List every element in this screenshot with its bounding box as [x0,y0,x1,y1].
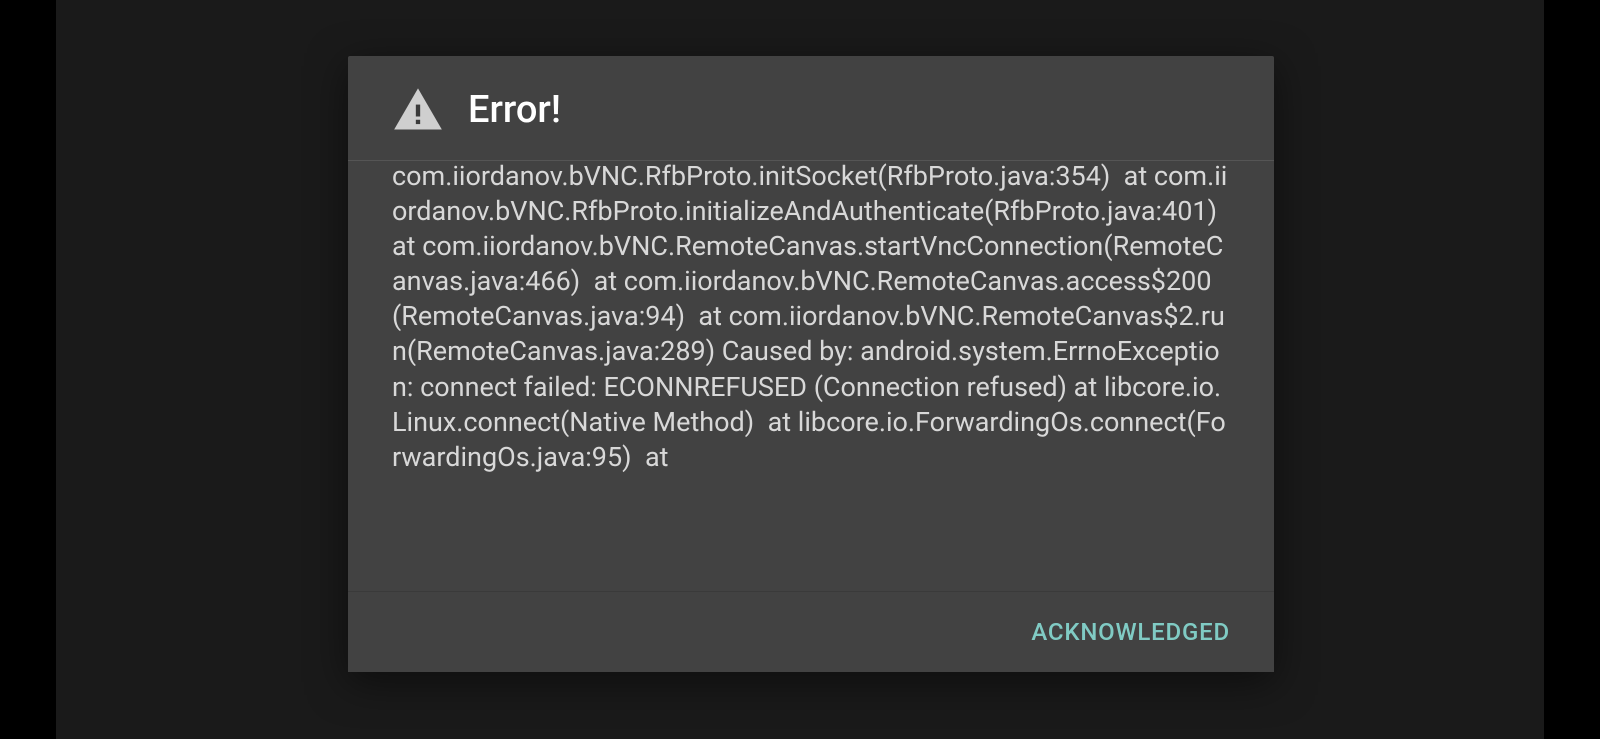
warning-icon [392,84,444,136]
dialog-header: Error! [348,56,1274,161]
dialog-title: Error! [468,88,561,132]
acknowledged-button[interactable]: ACKNOWLEDGED [1031,614,1230,650]
dialog-footer: ACKNOWLEDGED [348,591,1274,672]
error-stacktrace: com.iiordanov.bVNC.RfbProto.initSocket(R… [392,159,1230,475]
error-dialog: Error! com.iiordanov.bVNC.RfbProto.initS… [348,56,1274,672]
dialog-body[interactable]: com.iiordanov.bVNC.RfbProto.initSocket(R… [348,159,1274,591]
